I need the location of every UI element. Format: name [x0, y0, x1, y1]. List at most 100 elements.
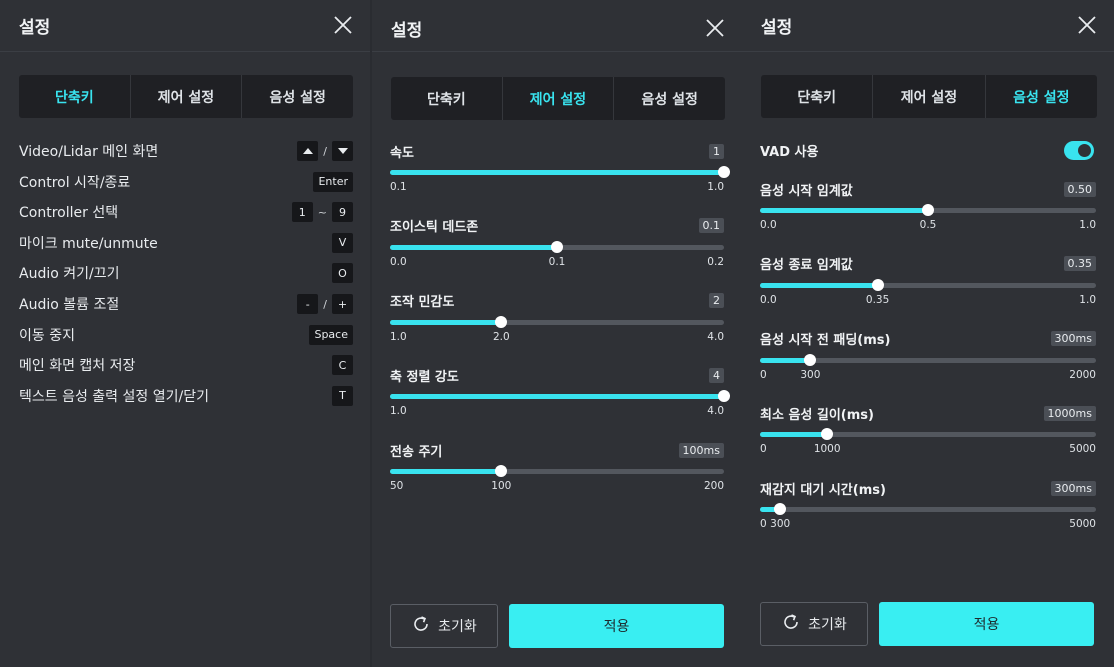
slider-tick-label: 0.2 [707, 255, 724, 268]
slider-thumb[interactable] [718, 166, 730, 178]
slider-5: 전송 주기 100ms 50 100 200 [390, 440, 724, 494]
slider-value-badge: 300ms [1050, 331, 1096, 347]
settings-panel-control: 설정 단축키 제어 설정 음성 설정 속도 1 0.1 1.0 조이스틱 데드존 0.1 0… [372, 0, 742, 667]
tab-shortcuts[interactable]: 단축키 [391, 77, 502, 120]
tab-shortcuts[interactable]: 단축키 [19, 75, 130, 118]
shortcut-keys: Space [309, 324, 353, 345]
slider-ticks: 1.0 2.0 4.0 [390, 331, 724, 345]
slider-label: 축 정렬 강도 [390, 369, 459, 385]
slider-ticks: 0.1 1.0 [390, 181, 724, 195]
slider-tick-label: 1.0 [1079, 293, 1096, 306]
slider-thumb[interactable] [774, 503, 787, 516]
slider-header: 조작 민감도 2 [390, 291, 724, 311]
panel-title: 설정 [761, 18, 793, 38]
shortcut-row: 마이크 mute/unmute V [19, 232, 353, 254]
slider-track[interactable] [760, 278, 1096, 291]
shortcut-keys: C [332, 355, 353, 376]
toggle-knob [1078, 143, 1091, 157]
reset-button[interactable]: 초기화 [390, 604, 498, 648]
slider-fill [390, 469, 502, 475]
apply-button[interactable]: 적용 [879, 602, 1094, 646]
tab-control-settings[interactable]: 제어 설정 [501, 77, 614, 120]
slider-ticks: 0.0 0.5 1.0 [760, 219, 1096, 233]
slider-track[interactable] [760, 428, 1096, 441]
slider-tick-label: 0.0 [760, 293, 777, 306]
slider-header: 음성 종료 임계값 0.35 [760, 254, 1096, 274]
reset-label: 초기화 [438, 619, 477, 635]
refresh-icon [411, 614, 431, 638]
tab-voice-settings[interactable]: 음성 설정 [613, 77, 725, 120]
key-cap: V [332, 232, 353, 253]
slider-3: 조작 민감도 2 1.0 2.0 4.0 [390, 291, 724, 345]
slider-tick-label: 5000 [1069, 443, 1096, 456]
slider-4: 최소 음성 길이(ms) 1000ms 0 1000 5000 [760, 403, 1096, 457]
slider-tick-label: 200 [703, 480, 724, 493]
slider-track[interactable] [390, 166, 730, 178]
slider-thumb[interactable] [495, 465, 508, 478]
slider-1: 음성 시작 임계값 0.50 0.0 0.5 1.0 [760, 179, 1096, 233]
slider-thumb[interactable] [718, 390, 730, 403]
apply-button[interactable]: 적용 [509, 604, 724, 648]
key-cap: T [332, 385, 353, 406]
slider-thumb[interactable] [821, 428, 834, 441]
slider-thumb[interactable] [495, 315, 508, 328]
slider-tick-label: 1.0 [390, 330, 407, 343]
shortcut-row: Audio 켜기/끄기 O [19, 262, 353, 284]
shortcut-label: 이동 중지 [19, 327, 75, 344]
shortcut-label: 텍스트 음성 출력 설정 열기/닫기 [19, 388, 209, 405]
slider-3: 음성 시작 전 패딩(ms) 300ms 0 300 2000 [760, 329, 1096, 383]
slider-ticks: 0 300 5000 [760, 518, 1096, 532]
key-cap: Space [309, 324, 353, 345]
slider-tick-label: 1.0 [1079, 219, 1096, 231]
reset-button[interactable]: 초기화 [760, 602, 868, 646]
slider-value-badge: 4 [709, 367, 724, 383]
slider-track[interactable] [390, 465, 724, 478]
slider-track[interactable] [390, 240, 724, 253]
settings-tabs: 단축키 제어 설정 음성 설정 [391, 77, 725, 120]
slider-ticks: 0 300 2000 [760, 369, 1096, 383]
slider-thumb[interactable] [922, 204, 934, 216]
slider-tick-label: 0.0 [760, 219, 777, 231]
tab-control-settings[interactable]: 제어 설정 [872, 75, 984, 118]
slider-thumb[interactable] [871, 278, 884, 291]
shortcut-label: Audio 볼륨 조절 [19, 297, 120, 313]
shortcut-label: Control 시작/종료 [19, 174, 131, 191]
slider-label: 속도 [390, 145, 414, 161]
tab-control-settings[interactable]: 제어 설정 [129, 75, 242, 118]
slider-value-badge: 0.35 [1063, 256, 1096, 272]
slider-tick-label: 0.5 [919, 219, 937, 231]
slider-thumb[interactable] [551, 240, 563, 253]
tab-voice-settings[interactable]: 음성 설정 [984, 75, 1097, 118]
vad-row: VAD 사용 [760, 139, 1094, 161]
slider-tick-label: 0.35 [865, 293, 890, 306]
slider-tick-label: 2000 [1069, 368, 1096, 381]
close-icon[interactable] [333, 15, 353, 35]
slider-2: 음성 종료 임계값 0.35 0.0 0.35 1.0 [760, 254, 1096, 308]
slider-thumb[interactable] [804, 353, 817, 366]
slider-tick-label: 5000 [1069, 518, 1096, 531]
slider-label: 조이스틱 데드존 [390, 220, 479, 236]
refresh-icon [781, 612, 801, 636]
slider-header: 축 정렬 강도 4 [390, 365, 724, 385]
slider-tick-label: 0.1 [390, 181, 407, 193]
slider-ticks: 0.0 0.35 1.0 [760, 294, 1096, 308]
vad-label: VAD 사용 [760, 144, 819, 160]
slider-track[interactable] [760, 353, 1096, 366]
slider-ticks: 50 100 200 [390, 480, 724, 494]
slider-track[interactable] [390, 390, 730, 403]
close-icon[interactable] [705, 18, 725, 38]
slider-track[interactable] [390, 315, 724, 328]
key-cap [332, 141, 353, 161]
shortcut-keys: / [297, 141, 353, 161]
tab-voice-settings[interactable]: 음성 설정 [241, 75, 353, 118]
close-icon[interactable] [1077, 15, 1097, 35]
slider-ticks: 1.0 4.0 [390, 405, 724, 419]
tab-shortcuts[interactable]: 단축키 [761, 75, 872, 118]
slider-label: 전송 주기 [390, 444, 443, 460]
slider-track[interactable] [760, 204, 1096, 216]
slider-value-badge: 0.1 [698, 218, 724, 234]
slider-track[interactable] [760, 503, 1096, 516]
vad-toggle[interactable] [1064, 140, 1094, 160]
panel-header: 설정 [742, 0, 1114, 52]
slider-ticks: 0 1000 5000 [760, 443, 1096, 457]
